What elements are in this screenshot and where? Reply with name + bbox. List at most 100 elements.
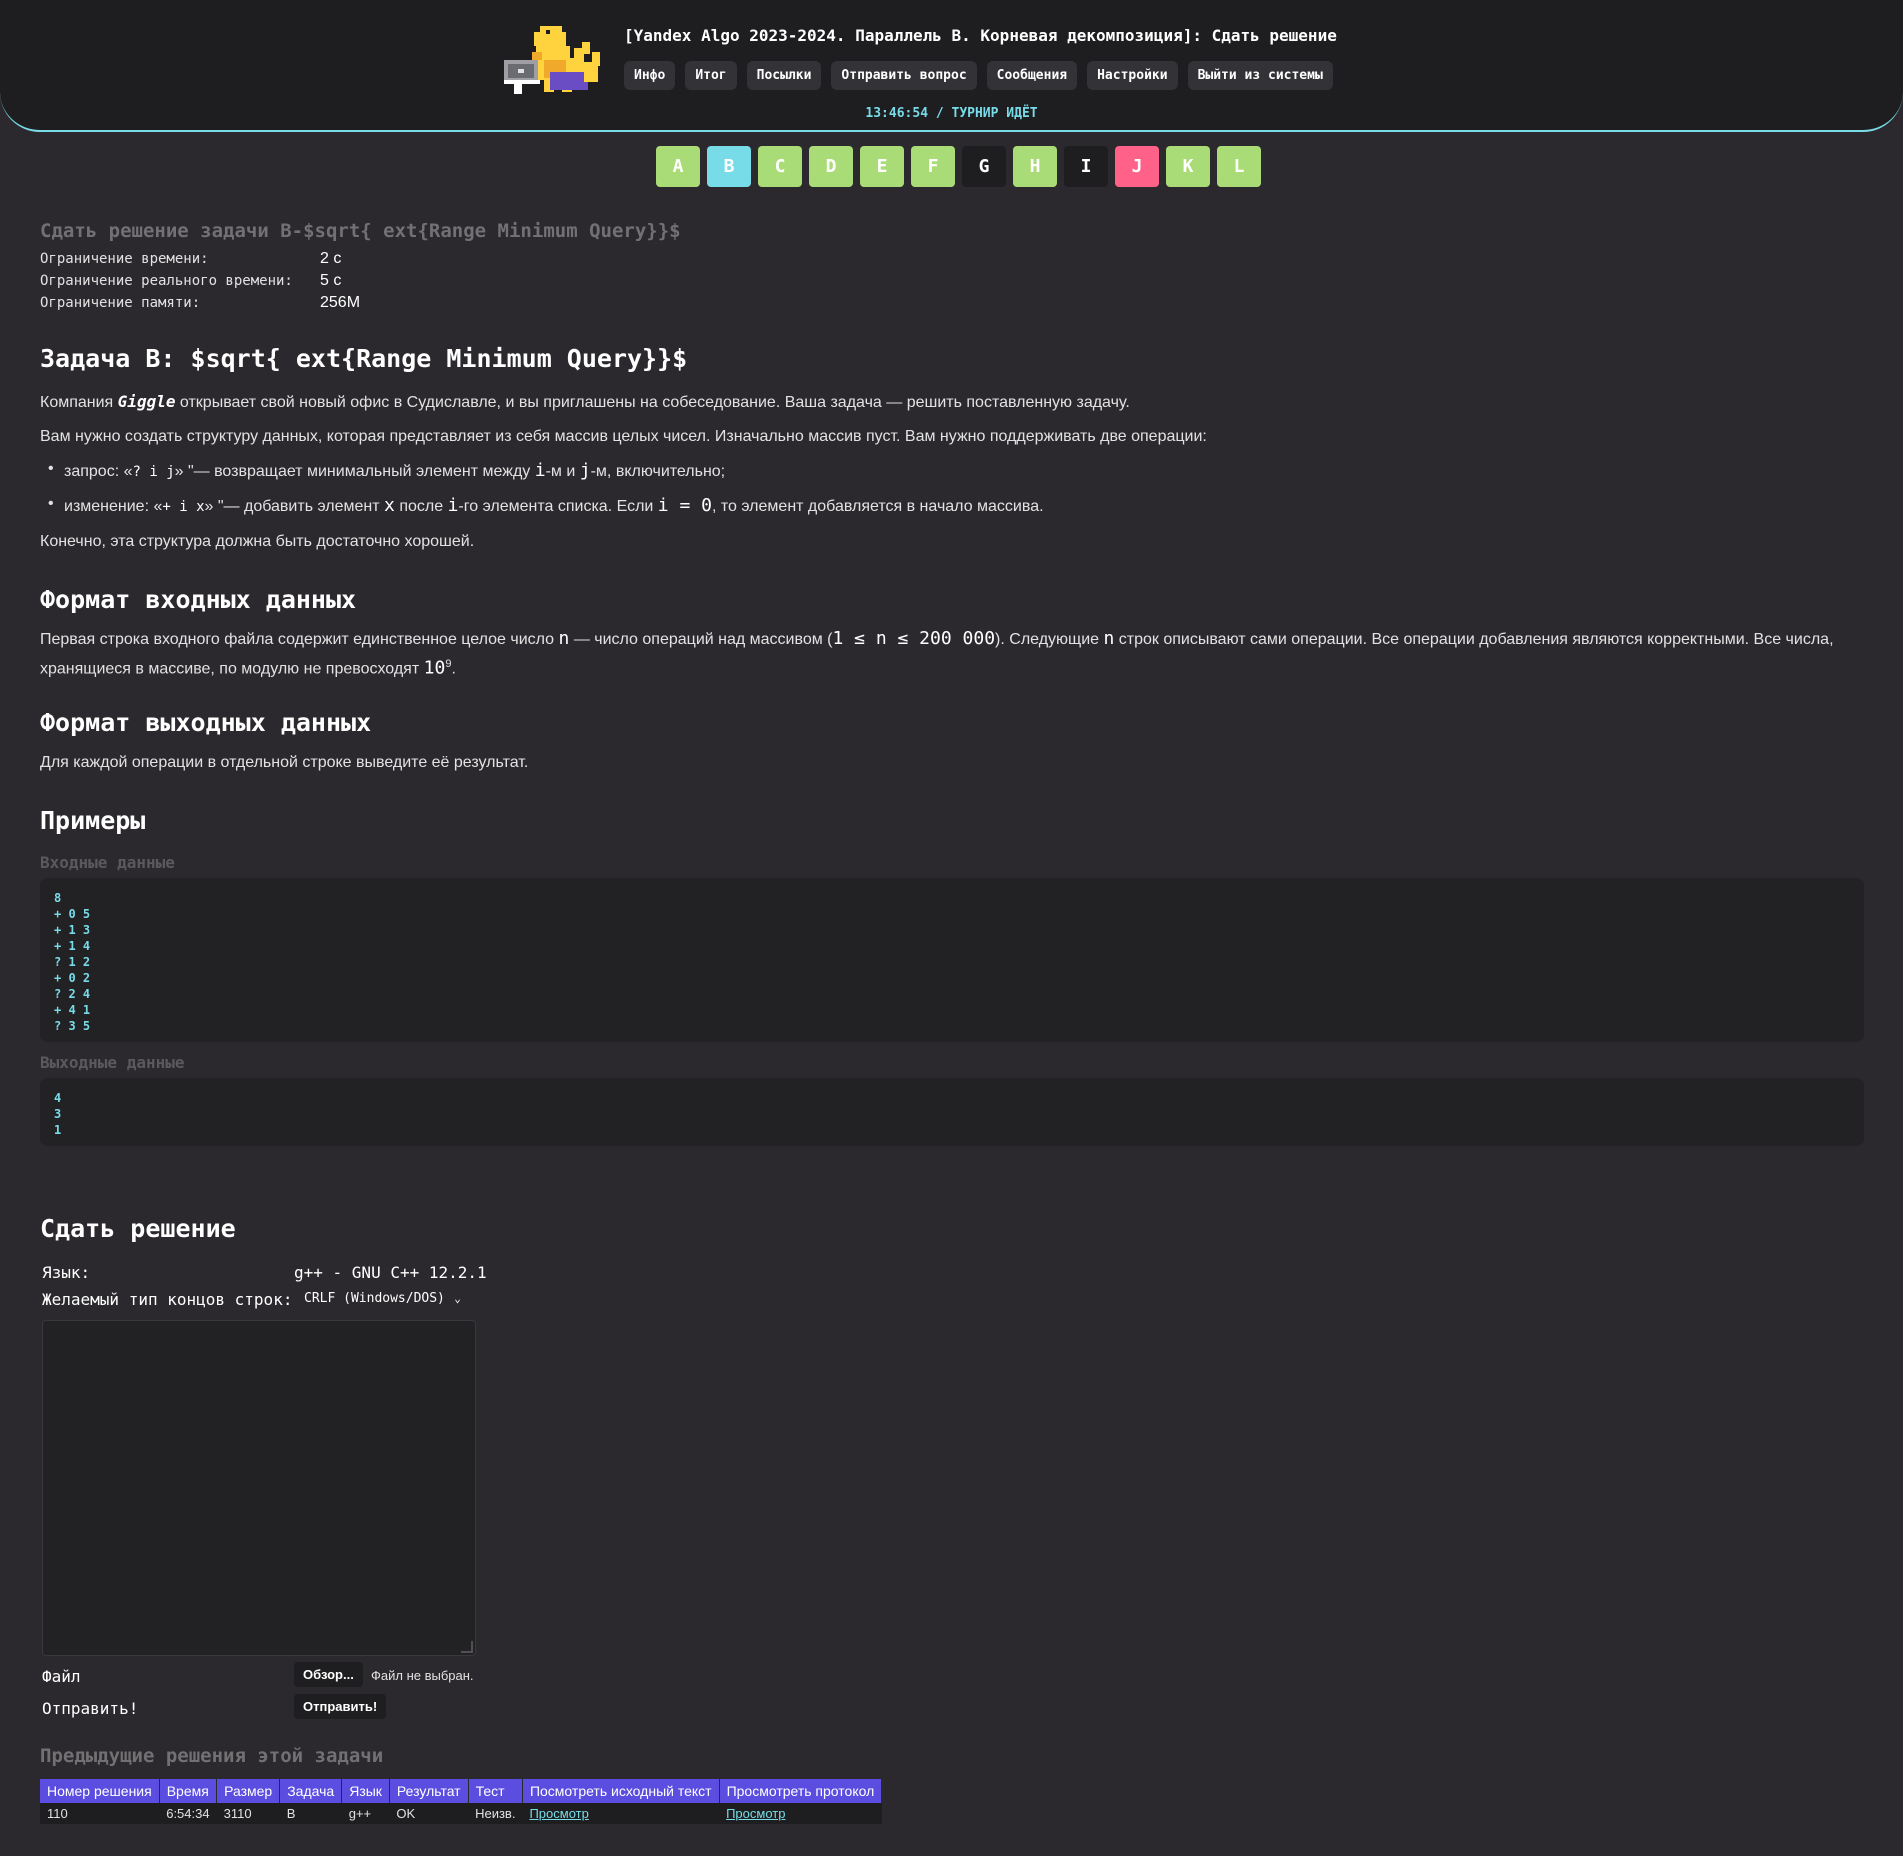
- run-id: 110: [47, 1806, 68, 1821]
- submit-heading: Сдать решение: [40, 1214, 236, 1243]
- line-ending-label: Желаемый тип концов строк:: [42, 1290, 293, 1309]
- statement-paragraph: Компания Giggle открывает свой новый офи…: [40, 390, 1864, 415]
- limits-table: Ограничение времени: 2 с Ограничение реа…: [40, 248, 360, 314]
- nav-standings-button[interactable]: Итог: [685, 61, 737, 90]
- input-format-text: Первая строка входного файла содержит ед…: [40, 627, 1864, 681]
- problem-tab-j[interactable]: J: [1115, 146, 1159, 187]
- line-ending-selected: CRLF (Windows/DOS): [304, 1291, 445, 1306]
- nav-info-button[interactable]: Инфо: [624, 61, 676, 90]
- examples-heading: Примеры: [40, 806, 146, 835]
- view-source-link[interactable]: Просмотр: [529, 1806, 588, 1821]
- view-protocol-link[interactable]: Просмотр: [726, 1806, 785, 1821]
- nav-ask-question-button[interactable]: Отправить вопрос: [831, 61, 977, 90]
- operation-insert-item: изменение: «+ i x» "— добавить элемент x…: [48, 495, 1044, 516]
- limit-row: Ограничение памяти: 256M: [40, 292, 360, 314]
- math-expr: 1 ≤ n ≤ 200 000: [832, 628, 996, 649]
- problem-tab-b[interactable]: B: [707, 146, 751, 187]
- view-source-cell: Просмотр: [522, 1803, 719, 1824]
- browse-file-button[interactable]: Обзор...: [294, 1662, 363, 1687]
- text: — число операций над массивом (: [569, 631, 833, 648]
- limit-row: Ограничение времени: 2 с: [40, 248, 360, 270]
- text: , то элемент добавляется в начало массив…: [711, 498, 1044, 515]
- math-var: j: [579, 460, 591, 481]
- run-result: OK: [396, 1806, 416, 1821]
- limit-label: Ограничение времени:: [40, 251, 209, 267]
- text: Первая строка входного файла содержит ед…: [40, 631, 559, 648]
- run-language: g++: [348, 1806, 372, 1821]
- nav-messages-button[interactable]: Сообщения: [986, 61, 1078, 90]
- table-header-row: Номер решения Время Размер Задача Язык Р…: [40, 1779, 883, 1803]
- column-header: Размер: [216, 1779, 281, 1803]
- text: Компания: [40, 394, 118, 411]
- chevron-down-icon: ⌄: [454, 1292, 461, 1305]
- math-var: n: [1103, 628, 1115, 649]
- dino-logo-icon[interactable]: [504, 22, 604, 96]
- problem-tab-d[interactable]: D: [809, 146, 853, 187]
- nav-settings-button[interactable]: Настройки: [1087, 61, 1178, 90]
- text: после: [394, 498, 448, 515]
- sample-input-label: Входные данные: [40, 853, 175, 872]
- problem-tab-c[interactable]: C: [758, 146, 802, 187]
- inline-code: + i x: [162, 499, 205, 515]
- text: -го элемента списка. Если: [458, 498, 658, 515]
- sample-input-text: 8 + 0 5 + 1 3 + 1 4 ? 1 2 + 0 2 ? 2 4 + …: [54, 891, 91, 1033]
- run-problem: B: [286, 1806, 296, 1821]
- nav-logout-button[interactable]: Выйти из системы: [1187, 61, 1333, 90]
- problem-tab-h[interactable]: H: [1013, 146, 1057, 187]
- run-time: 6:54:34: [166, 1806, 210, 1821]
- previous-runs-table: Номер решения Время Размер Задача Язык Р…: [40, 1779, 883, 1824]
- text: изменение: «: [64, 498, 163, 515]
- limit-value: 5 с: [320, 272, 342, 289]
- limit-label: Ограничение реального времени:: [40, 273, 293, 289]
- column-header: Время: [159, 1779, 218, 1803]
- file-label: Файл: [42, 1667, 81, 1686]
- resize-handle-icon[interactable]: [461, 1641, 473, 1653]
- submit-problem-heading: Сдать решение задачи B-$sqrt{ ext{Range …: [40, 220, 681, 242]
- source-code-textarea[interactable]: [42, 1320, 476, 1656]
- problem-tab-i[interactable]: I: [1064, 146, 1108, 187]
- submit-button[interactable]: Отправить!: [294, 1694, 387, 1719]
- problem-tab-l[interactable]: L: [1217, 146, 1261, 187]
- text: » "— возвращает минимальный элемент межд…: [174, 463, 535, 480]
- sample-input-box: 8 + 0 5 + 1 3 + 1 4 ? 1 2 + 0 2 ? 2 4 + …: [40, 878, 1864, 1042]
- text: ). Следующие: [995, 631, 1104, 648]
- text: .: [451, 660, 456, 678]
- column-header: Тест: [468, 1779, 523, 1803]
- input-format-heading: Формат входных данных: [40, 585, 357, 614]
- output-format-heading: Формат выходных данных: [40, 708, 372, 737]
- limit-value: 256M: [320, 294, 361, 311]
- language-value: g++ - GNU C++ 12.2.1: [294, 1263, 487, 1282]
- math-var: i: [447, 495, 459, 516]
- contest-status: 13:46:54 / ТУРНИР ИДЁТ: [865, 106, 1038, 121]
- math-expr: 10: [423, 657, 446, 679]
- problem-tab-k[interactable]: K: [1166, 146, 1210, 187]
- problem-tab-a[interactable]: A: [656, 146, 700, 187]
- previous-runs-heading: Предыдущие решения этой задачи: [40, 1745, 384, 1767]
- problem-tab-f[interactable]: F: [911, 146, 955, 187]
- math-var: x: [384, 495, 395, 516]
- column-header: Просмотреть протокол: [719, 1779, 883, 1803]
- nav-runs-button[interactable]: Посылки: [746, 61, 822, 90]
- limit-label: Ограничение памяти:: [40, 295, 201, 311]
- operation-query-item: запрос: «? i j» "— возвращает минимальны…: [48, 460, 726, 481]
- math-expr: i = 0: [657, 495, 712, 516]
- table-row: 110 6:54:34 3110 B g++ OK Неизв. Просмот…: [40, 1803, 882, 1824]
- run-size: 3110: [223, 1806, 252, 1821]
- problem-tab-e[interactable]: E: [860, 146, 904, 187]
- column-header: Задача: [279, 1779, 343, 1803]
- top-nav: Инфо Итог Посылки Отправить вопрос Сообщ…: [624, 61, 1333, 90]
- text: открывает свой новый офис в Судиславле, …: [175, 394, 1130, 411]
- file-status: Файл не выбран.: [371, 1668, 474, 1683]
- inline-code: ? i j: [132, 464, 175, 480]
- line-ending-select[interactable]: CRLF (Windows/DOS) ⌄: [300, 1287, 465, 1311]
- math-var: n: [558, 628, 570, 649]
- submit-label: Отправить!: [42, 1699, 139, 1718]
- text: -м, включительно;: [590, 463, 726, 480]
- text: запрос: «: [64, 463, 133, 480]
- run-test: Неизв.: [475, 1806, 516, 1821]
- math-var: i: [534, 460, 546, 481]
- output-format-text: Для каждой операции в отдельной строке в…: [40, 754, 529, 771]
- column-header: Посмотреть исходный текст: [522, 1779, 720, 1803]
- column-header: Номер решения: [40, 1779, 160, 1803]
- problem-tab-g[interactable]: G: [962, 146, 1006, 187]
